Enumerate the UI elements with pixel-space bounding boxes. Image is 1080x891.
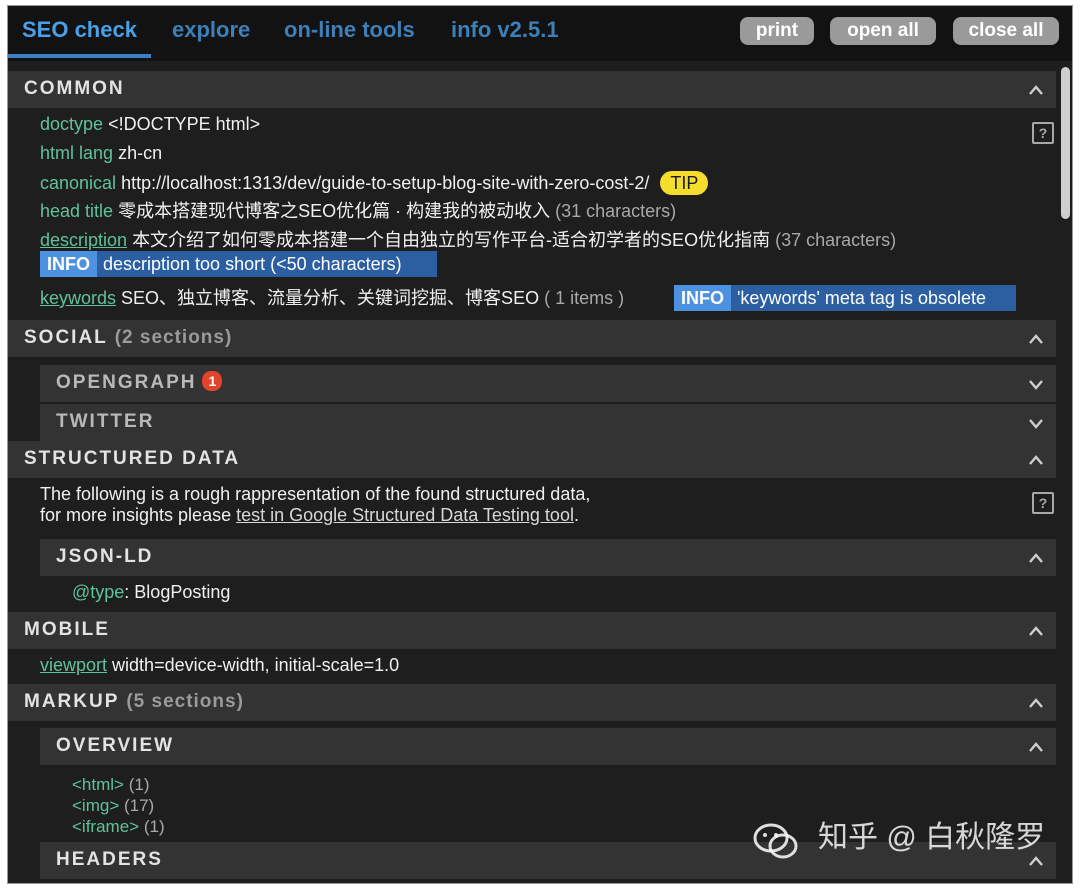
tag-count: (17) bbox=[123, 796, 155, 815]
html-lang-value: zh-cn bbox=[118, 143, 163, 163]
section-title: SOCIAL (2 sections) bbox=[24, 326, 232, 350]
subsection-opengraph-header[interactable]: OPENGRAPH 1 bbox=[40, 365, 1056, 402]
chevron-up-icon[interactable] bbox=[1028, 625, 1044, 637]
viewport-label[interactable]: viewport bbox=[40, 655, 107, 675]
section-social-header[interactable]: SOCIAL (2 sections) bbox=[8, 320, 1056, 357]
section-count: (2 sections) bbox=[114, 327, 233, 348]
tab-seo-check[interactable]: SEO check bbox=[22, 16, 137, 44]
chevron-up-icon[interactable] bbox=[1028, 552, 1044, 564]
section-mobile-header[interactable]: MOBILE bbox=[8, 612, 1056, 649]
seo-extension-panel: SEO check explore on-line tools info v2.… bbox=[7, 5, 1073, 884]
scrollbar-thumb[interactable] bbox=[1061, 67, 1070, 219]
scrollbar[interactable] bbox=[1056, 61, 1072, 883]
section-count: (5 sections) bbox=[126, 691, 244, 712]
tab-info[interactable]: info v2.5.1 bbox=[451, 16, 559, 44]
chevron-up-icon[interactable] bbox=[1028, 454, 1044, 466]
tag-count: (1) bbox=[128, 775, 150, 794]
chevron-up-icon[interactable] bbox=[1028, 697, 1044, 709]
canonical-label: canonical bbox=[40, 173, 117, 193]
viewport-value: width=device-width, initial-scale=1.0 bbox=[112, 655, 400, 675]
active-tab-indicator bbox=[8, 54, 151, 58]
section-title: STRUCTURED DATA bbox=[24, 448, 241, 469]
subsection-json-ld-header[interactable]: JSON-LD bbox=[40, 539, 1056, 576]
keywords-info-bar: INFO 'keywords' meta tag is obsolete bbox=[674, 285, 1016, 311]
list-item: <iframe> (1) bbox=[72, 816, 165, 837]
type-value: : BlogPosting bbox=[124, 582, 231, 602]
print-button[interactable]: print bbox=[740, 17, 814, 45]
tip-badge[interactable]: TIP bbox=[660, 171, 709, 195]
subsection-overview-header[interactable]: OVERVIEW bbox=[40, 728, 1056, 765]
keywords-value: SEO、独立博客、流量分析、关键词挖掘、博客SEO bbox=[121, 288, 540, 308]
structured-intro-line-2: for more insights please test in Google … bbox=[40, 504, 579, 526]
description-info-bar: INFO description too short (<50 character… bbox=[40, 251, 437, 277]
list-item: <html> (1) bbox=[72, 774, 150, 795]
wechat-icon bbox=[753, 823, 798, 859]
section-markup-header[interactable]: MARKUP (5 sections) bbox=[8, 684, 1056, 721]
subsection-title: HEADERS bbox=[56, 849, 163, 870]
tab-explore[interactable]: explore bbox=[172, 16, 250, 44]
google-testing-tool-link[interactable]: test in Google Structured Data Testing t… bbox=[236, 505, 574, 525]
close-all-button[interactable]: close all bbox=[953, 17, 1059, 45]
canonical-value: http://localhost:1313/dev/guide-to-setup… bbox=[121, 173, 650, 193]
info-text: 'keywords' meta tag is obsolete bbox=[737, 288, 986, 308]
subsection-title: OPENGRAPH 1 bbox=[56, 371, 223, 395]
doctype-row: doctype <!DOCTYPE html> bbox=[40, 113, 260, 135]
structured-intro-line-1: The following is a rough rappresentation… bbox=[40, 484, 591, 504]
subsection-twitter-header[interactable]: TWITTER bbox=[40, 404, 1056, 441]
question-icon[interactable]: ? bbox=[1032, 492, 1054, 514]
chevron-up-icon[interactable] bbox=[1028, 333, 1044, 345]
info-text: description too short (<50 characters) bbox=[103, 254, 402, 274]
canonical-row: canonical http://localhost:1313/dev/guid… bbox=[40, 171, 709, 195]
doctype-label: doctype bbox=[40, 114, 104, 134]
subsection-title-text: OPENGRAPH bbox=[56, 372, 197, 393]
section-title-text: SOCIAL bbox=[24, 327, 108, 348]
description-row: description 本文介绍了如何零成本搭建一个自由独立的写作平台-适合初学… bbox=[40, 229, 896, 251]
jsonld-type-row: @type: BlogPosting bbox=[72, 581, 230, 603]
intro-suffix: . bbox=[573, 505, 579, 525]
chevron-down-icon[interactable] bbox=[1028, 417, 1044, 429]
warning-count-badge: 1 bbox=[202, 371, 223, 391]
chevron-down-icon[interactable] bbox=[1028, 378, 1044, 390]
report-content: COMMON ? doctype <!DOCTYPE html> html la… bbox=[8, 61, 1056, 883]
html-lang-label: html lang bbox=[40, 143, 114, 163]
subsection-title: TWITTER bbox=[56, 411, 155, 432]
keywords-label[interactable]: keywords bbox=[40, 288, 116, 308]
tag-name[interactable]: <html> bbox=[72, 775, 124, 794]
keywords-count: ( 1 items ) bbox=[544, 288, 625, 308]
viewport-row: viewport width=device-width, initial-sca… bbox=[40, 654, 399, 676]
keywords-row: keywords SEO、独立博客、流量分析、关键词挖掘、博客SEO ( 1 i… bbox=[40, 287, 624, 309]
info-badge: INFO bbox=[674, 285, 731, 311]
chevron-up-icon[interactable] bbox=[1028, 84, 1044, 96]
section-structured-data-header[interactable]: STRUCTURED DATA bbox=[8, 441, 1056, 478]
info-badge: INFO bbox=[40, 251, 97, 277]
type-label: @type bbox=[72, 582, 125, 602]
head-title-label: head title bbox=[40, 201, 114, 221]
question-icon[interactable]: ? bbox=[1032, 122, 1054, 144]
head-title-value: 零成本搭建现代博客之SEO优化篇 · 构建我的被动收入 bbox=[118, 201, 551, 221]
doctype-value: <!DOCTYPE html> bbox=[108, 114, 261, 134]
section-title-text: MARKUP bbox=[24, 691, 120, 712]
section-common-header[interactable]: COMMON bbox=[8, 71, 1056, 108]
tab-online-tools[interactable]: on-line tools bbox=[284, 16, 415, 44]
description-value: 本文介绍了如何零成本搭建一个自由独立的写作平台-适合初学者的SEO优化指南 bbox=[132, 230, 771, 250]
html-lang-row: html lang zh-cn bbox=[40, 142, 162, 164]
tag-count: (1) bbox=[143, 817, 165, 836]
chevron-up-icon[interactable] bbox=[1028, 741, 1044, 753]
list-item: <img> (17) bbox=[72, 795, 154, 816]
top-bar: SEO check explore on-line tools info v2.… bbox=[8, 6, 1072, 61]
subsection-title: JSON-LD bbox=[56, 546, 154, 567]
head-title-row: head title 零成本搭建现代博客之SEO优化篇 · 构建我的被动收入 (… bbox=[40, 200, 676, 222]
section-title: MOBILE bbox=[24, 619, 110, 640]
section-title: MARKUP (5 sections) bbox=[24, 690, 244, 714]
tag-name[interactable]: <iframe> bbox=[72, 817, 139, 836]
description-label[interactable]: description bbox=[40, 230, 127, 250]
head-title-count: (31 characters) bbox=[555, 201, 677, 221]
open-all-button[interactable]: open all bbox=[830, 17, 936, 45]
section-title: COMMON bbox=[24, 78, 125, 99]
subsection-title: OVERVIEW bbox=[56, 735, 175, 756]
watermark: 知乎 @ 白秋隆罗 bbox=[818, 821, 1046, 854]
description-count: (37 characters) bbox=[775, 230, 897, 250]
tag-name[interactable]: <img> bbox=[72, 796, 119, 815]
intro-prefix: for more insights please bbox=[40, 505, 237, 525]
